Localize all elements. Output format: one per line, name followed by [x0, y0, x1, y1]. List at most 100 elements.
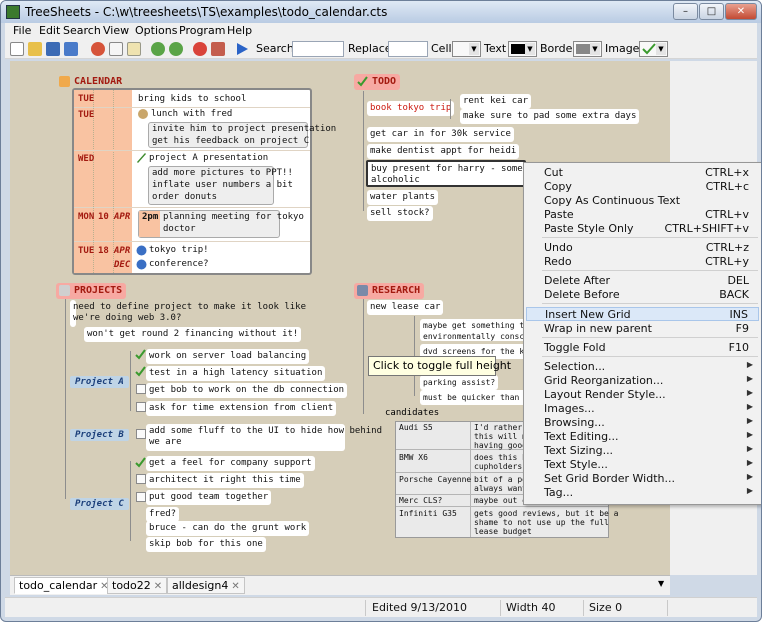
calendar-grid[interactable]: TUE bring kids to school TUE lunch with …	[72, 88, 336, 275]
save-as-icon[interactable]	[64, 42, 78, 56]
project-note[interactable]: won't get round 2 financing without it!	[84, 327, 302, 342]
menu-item-text-style[interactable]: Text Style... ▶	[526, 458, 759, 472]
menu-file[interactable]: File	[13, 24, 31, 37]
menu-item-selection[interactable]: Selection... ▶	[526, 360, 759, 374]
project-task[interactable]: get a feel for company support	[146, 456, 315, 471]
calendar-subgrid[interactable]: invite him to project presentation get h…	[148, 122, 336, 148]
project-task[interactable]: work on server load balancing	[146, 349, 310, 364]
research-header[interactable]: RESEARCH	[354, 283, 425, 299]
run-icon[interactable]	[235, 42, 249, 56]
tab-todo-calendar[interactable]: todo_calendar ✕	[14, 577, 114, 594]
candidate-note[interactable]: I'd rather this will m having good	[474, 423, 527, 450]
project-task[interactable]: architect it right this time	[146, 473, 304, 488]
research-note[interactable]: must be quicker than f	[420, 390, 532, 405]
calendar-subgrid[interactable]: add more pictures to PPT!! inflate user …	[148, 166, 293, 205]
border-color-dropdown[interactable]: ▼	[573, 41, 602, 57]
list-item[interactable]: planning meeting for tokyo	[163, 212, 304, 222]
menu-edit[interactable]: Edit	[39, 24, 60, 37]
chevron-down-icon[interactable]: ▼	[658, 579, 664, 588]
research-note[interactable]: maybe get something th environmentally c…	[420, 319, 532, 341]
candidate-note[interactable]: does this h cupholders?	[474, 453, 527, 471]
todo-item[interactable]: make dentist appt for heidi	[367, 144, 520, 159]
task-checkbox[interactable]	[136, 492, 146, 502]
todo-header[interactable]: TODO	[354, 74, 401, 90]
candidate-note[interactable]: maybe out o	[474, 496, 527, 505]
search-input[interactable]	[292, 41, 344, 57]
project-task[interactable]: put good team together	[146, 490, 272, 505]
tab-alldesign4[interactable]: alldesign4 ✕	[167, 577, 245, 594]
project-note[interactable]: need to define project to make it look l…	[70, 300, 306, 327]
menu-item-images[interactable]: Images... ▶	[526, 402, 759, 416]
menu-item-text-sizing[interactable]: Text Sizing... ▶	[526, 444, 759, 458]
menu-item-text-editing[interactable]: Text Editing... ▶	[526, 430, 759, 444]
close-icon[interactable]: ✕	[231, 581, 239, 592]
minimize-button[interactable]: –	[673, 3, 698, 20]
menu-item-paste[interactable]: Paste CTRL+v	[526, 208, 759, 222]
list-item[interactable]: inflate user numbers a bit	[152, 180, 293, 190]
menu-item-delete-after[interactable]: Delete After DEL	[526, 274, 759, 288]
paste-icon[interactable]	[127, 42, 141, 56]
project-b-label[interactable]: Project B	[70, 429, 129, 441]
menu-item-paste-style[interactable]: Paste Style Only CTRL+SHIFT+v	[526, 222, 759, 236]
replace-input[interactable]	[388, 41, 428, 57]
list-item[interactable]: order donuts	[152, 192, 217, 202]
list-item[interactable]: add more pictures to PPT!!	[152, 168, 293, 178]
menu-item-border-width[interactable]: Set Grid Border Width... ▶	[526, 472, 759, 486]
menu-program[interactable]: Program	[179, 24, 225, 37]
menu-item-tag[interactable]: Tag... ▶	[526, 486, 759, 500]
project-c-label[interactable]: Project C	[70, 498, 129, 510]
candidate-name[interactable]: Audi S5	[399, 423, 433, 432]
menu-item-cut[interactable]: Cut CTRL+x	[526, 166, 759, 180]
close-button[interactable]: ✕	[725, 3, 757, 20]
save-icon[interactable]	[46, 42, 60, 56]
menu-item-copy[interactable]: Copy CTRL+c	[526, 180, 759, 194]
project-task[interactable]: ask for time extension from client	[146, 401, 337, 416]
menu-search[interactable]: Search	[63, 24, 101, 37]
todo-item[interactable]: sell stock?	[367, 206, 433, 221]
calendar-event[interactable]: tokyo trip!	[149, 245, 209, 255]
image-dropdown[interactable]: ▼	[639, 41, 668, 57]
candidate-name[interactable]: Infiniti G35	[399, 509, 457, 518]
menu-item-toggle-fold[interactable]: Toggle Fold F10	[526, 341, 759, 355]
menu-item-copy-continuous[interactable]: Copy As Continuous Text	[526, 194, 759, 208]
menu-item-undo[interactable]: Undo CTRL+z	[526, 241, 759, 255]
task-checkbox[interactable]	[136, 384, 146, 394]
candidate-note[interactable]: bit of a po always want	[474, 475, 527, 493]
menu-view[interactable]: View	[103, 24, 129, 37]
image-icon[interactable]	[211, 42, 225, 56]
menu-options[interactable]: Options	[135, 24, 177, 37]
candidate-note[interactable]: gets good reviews, but it be a shame to n…	[474, 509, 619, 536]
new-file-icon[interactable]	[10, 42, 24, 56]
calendar-event[interactable]: lunch with fred	[151, 109, 232, 119]
project-a-label[interactable]: Project A	[70, 376, 129, 388]
calendar-event[interactable]: conference?	[149, 259, 209, 269]
todo-item[interactable]: get car in for 30k service	[367, 127, 514, 142]
cell-color-dropdown[interactable]: ▼	[452, 41, 481, 57]
menu-item-grid-reorg[interactable]: Grid Reorganization... ▶	[526, 374, 759, 388]
calendar-event[interactable]: bring kids to school	[138, 94, 246, 104]
candidate-name[interactable]: Porsche Cayenne	[399, 475, 471, 484]
research-note[interactable]: parking assist?	[420, 375, 499, 390]
zoom-out-icon[interactable]	[169, 42, 183, 56]
project-task[interactable]: add some fluff to the UI to hide how beh…	[146, 424, 382, 451]
todo-item[interactable]: book tokyo trip	[367, 101, 455, 116]
menu-help[interactable]: Help	[227, 24, 252, 37]
help-icon[interactable]	[193, 42, 207, 56]
copy-icon[interactable]	[109, 42, 123, 56]
time-label[interactable]: 2pm	[142, 212, 158, 222]
project-subtask[interactable]: skip bob for this one	[146, 537, 266, 552]
menu-item-browsing[interactable]: Browsing... ▶	[526, 416, 759, 430]
project-task[interactable]: test in a high latency situation	[146, 366, 326, 381]
menu-item-redo[interactable]: Redo CTRL+y	[526, 255, 759, 269]
candidate-name[interactable]: Merc CLS?	[399, 496, 442, 505]
todo-subitem[interactable]: make sure to pad some extra days	[460, 109, 640, 124]
todo-item[interactable]: water plants	[367, 190, 439, 205]
text-color-dropdown[interactable]: ▼	[508, 41, 537, 57]
close-icon[interactable]: ✕	[154, 581, 162, 592]
candidates-label[interactable]: candidates	[385, 408, 439, 418]
list-item[interactable]: invite him to project presentation	[152, 124, 336, 134]
todo-subitem[interactable]: rent kei car	[460, 94, 532, 109]
undo-icon[interactable]	[91, 42, 105, 56]
todo-item-selected[interactable]: buy present for harry - someth alcoholic	[366, 160, 534, 187]
menu-item-layout[interactable]: Layout Render Style... ▶	[526, 388, 759, 402]
